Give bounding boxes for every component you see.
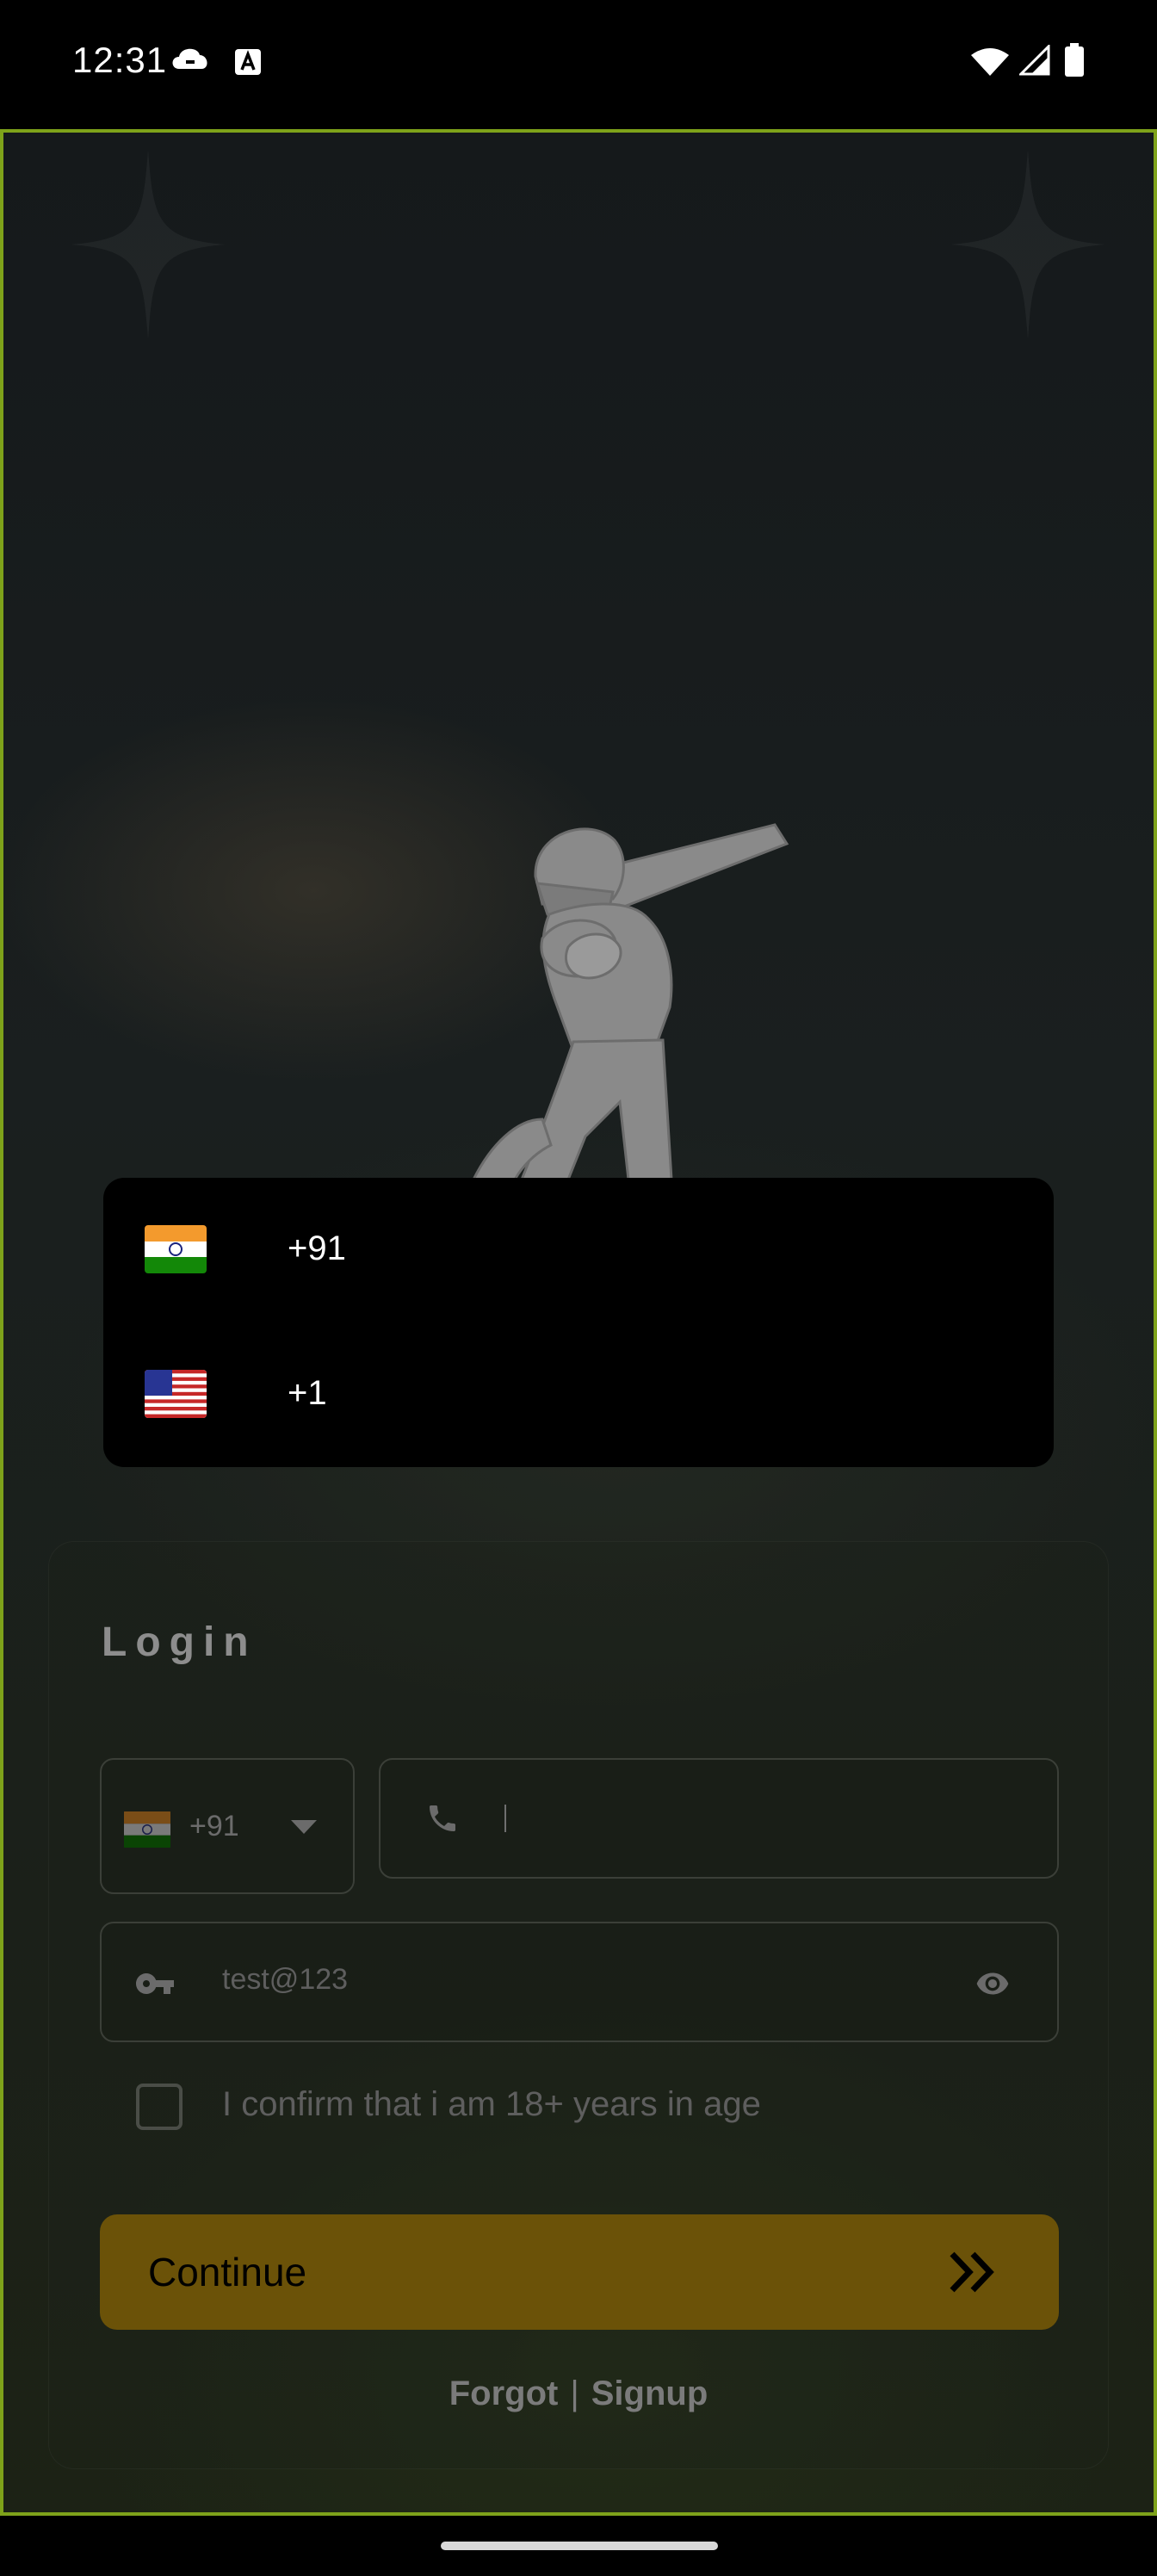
forgot-link[interactable]: Forgot (449, 2375, 559, 2412)
age-confirm-label: I confirm that i am 18+ years in age (222, 2085, 761, 2123)
country-option-usa[interactable]: +1 (103, 1322, 1054, 1467)
text-cursor (504, 1805, 506, 1832)
phone-icon (430, 1805, 455, 1831)
selected-country-code: +91 (189, 1810, 239, 1842)
sparkle-icon (950, 150, 1105, 339)
password-input[interactable]: test@123 (100, 1922, 1059, 2042)
status-time: 12:31 (72, 40, 168, 80)
continue-button[interactable]: Continue (100, 2214, 1059, 2330)
age-confirm-checkbox[interactable] (136, 2084, 183, 2130)
wifi-icon (971, 48, 1009, 76)
eye-icon[interactable] (973, 1966, 1012, 2001)
cloud-icon (172, 48, 207, 69)
continue-label: Continue (148, 2250, 307, 2294)
login-title: Login (102, 1619, 257, 1665)
caret-down-icon (291, 1820, 317, 1834)
status-bar: 12:31 (0, 0, 1157, 129)
country-option-code: +1 (288, 1374, 327, 1412)
india-flag-icon (124, 1811, 170, 1848)
footer-links: Forgot | Signup (0, 2375, 1157, 2413)
home-indicator[interactable] (441, 2542, 718, 2550)
cricket-batsman-illustration (472, 823, 789, 1180)
password-value: test@123 (222, 1963, 349, 1996)
battery-icon (1065, 43, 1084, 77)
key-icon (136, 1973, 174, 1994)
link-separator: | (570, 2375, 579, 2412)
sparkle-icon (71, 150, 226, 339)
country-code-select[interactable]: +91 (100, 1758, 355, 1894)
country-option-india[interactable]: +91 (103, 1178, 1054, 1322)
phone-number-input[interactable] (379, 1758, 1059, 1879)
country-option-code: +91 (288, 1229, 346, 1267)
india-flag-icon (145, 1225, 207, 1273)
usa-flag-icon (145, 1370, 207, 1418)
signal-icon (1019, 45, 1050, 76)
a-notification-icon (235, 49, 261, 75)
country-code-dropdown-menu: +91 +1 (103, 1178, 1054, 1467)
signup-link[interactable]: Signup (591, 2375, 708, 2412)
double-chevron-right-icon (950, 2251, 994, 2293)
